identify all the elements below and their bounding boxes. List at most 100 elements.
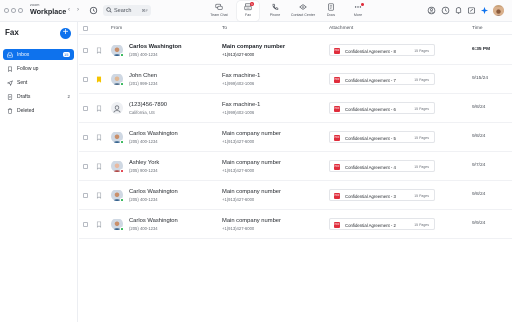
tab-label: Phone	[269, 13, 281, 17]
attachment-chip[interactable]: PDF Confidential Agreement - 3 15 Pages	[329, 189, 435, 201]
sender-detail: (205) 400-1234	[129, 139, 158, 144]
received-time: 9/8/24	[472, 105, 486, 110]
sidebar-item-label: Follow up	[17, 66, 39, 72]
follow-up-flag-icon[interactable]	[96, 134, 102, 141]
attachment-chip[interactable]: PDF Confidential Agreement - 2 15 Pages	[329, 218, 435, 230]
tab-team-chat[interactable]: Team Chat	[205, 1, 233, 21]
attachment-chip[interactable]: PDF Confidential Agreement - 8 15 Pages	[329, 44, 435, 56]
sender-detail: (205) 900-1234	[129, 168, 158, 173]
received-time: 9/15/24	[472, 76, 489, 81]
received-time: 9/7/24	[472, 163, 486, 168]
column-from[interactable]: From	[111, 26, 122, 31]
account-icon[interactable]	[427, 6, 436, 15]
sidebar-item-drafts[interactable]: Drafts 2	[3, 91, 74, 102]
sidebar-item-label: Drafts	[17, 94, 31, 100]
ai-companion-icon[interactable]	[480, 6, 489, 15]
pdf-icon: PDF	[334, 77, 340, 83]
follow-up-flag-icon[interactable]	[96, 221, 102, 228]
table-row[interactable]: Carlos Washington (205) 400-1234 Main comp…	[79, 123, 512, 152]
fax-list: From To Attachment Time Carlos Washingto…	[79, 22, 512, 322]
row-checkbox[interactable]	[83, 193, 88, 198]
window-minimize-button[interactable]	[11, 8, 16, 13]
sidebar-item-follow-up[interactable]: Follow up	[3, 63, 74, 74]
search-placeholder: Search	[114, 7, 132, 14]
sender-detail: (205) 400-1234	[129, 52, 158, 57]
recipient-name: Fax machine-1	[222, 73, 261, 79]
clock-icon[interactable]	[441, 6, 450, 15]
recipient-name: Main company number	[222, 131, 281, 137]
window-close-button[interactable]	[4, 8, 9, 13]
table-row[interactable]: Carlos Washington (205) 400-1234 Main comp…	[79, 36, 512, 65]
attachment-chip[interactable]: PDF Confidential Agreement - 7 15 Pages	[329, 73, 435, 85]
sender-detail: (205) 400-1234	[129, 197, 158, 202]
row-checkbox[interactable]	[83, 48, 88, 53]
attachment-chip[interactable]: PDF Confidential Agreement - 6 15 Pages	[329, 102, 435, 114]
follow-up-flag-icon[interactable]	[96, 163, 102, 170]
row-checkbox[interactable]	[83, 222, 88, 227]
forward-arrow-icon[interactable]: ›	[77, 7, 79, 13]
recipient-number: +1(999)402-1006	[222, 110, 255, 115]
attachment-pages: 15 Pages	[414, 107, 429, 111]
search-input[interactable]: Search ⌘F	[103, 5, 151, 16]
tab-docs[interactable]: Docs	[321, 1, 341, 21]
drafts-count: 2	[67, 94, 70, 99]
recipient-number: +1(913)427-6000	[222, 139, 255, 144]
tab-phone[interactable]: Phone	[264, 1, 286, 21]
tab-fax[interactable]: Fax 1	[237, 1, 259, 21]
column-attachment[interactable]: Attachment	[329, 26, 353, 31]
follow-up-flag-icon[interactable]	[96, 105, 102, 112]
received-time: 9/8/24	[472, 192, 486, 197]
attachment-name: Confidential Agreement - 3	[345, 193, 396, 199]
row-checkbox[interactable]	[83, 77, 88, 82]
drafts-icon	[7, 93, 13, 100]
attachment-name: Confidential Agreement - 2	[345, 222, 396, 228]
table-row[interactable]: Carlos Washington (205) 400-1234 Main comp…	[79, 210, 512, 239]
attachment-pages: 15 Pages	[414, 136, 429, 140]
presence-status-icon	[120, 227, 124, 231]
table-row[interactable]: Carlos Washington (205) 400-1234 Main comp…	[79, 181, 512, 210]
recipient-number: +1(913)427-6000	[222, 52, 255, 57]
tab-contact-center[interactable]: Contact Center	[288, 1, 318, 21]
column-time[interactable]: Time	[472, 26, 482, 31]
row-checkbox[interactable]	[83, 164, 88, 169]
attachment-name: Confidential Agreement - 4	[345, 164, 396, 170]
attachment-chip[interactable]: PDF Confidential Agreement - 5 15 Pages	[329, 131, 435, 143]
whiteboard-icon[interactable]	[467, 6, 476, 15]
sidebar-item-inbox[interactable]: Inbox 15	[3, 49, 74, 60]
chat-icon	[215, 3, 223, 10]
attachment-name: Confidential Agreement - 8	[345, 48, 396, 54]
follow-up-flag-icon[interactable]	[96, 192, 102, 199]
person-icon	[113, 105, 121, 113]
notifications-icon[interactable]	[454, 6, 463, 15]
sender-name: Carlos Washington	[129, 131, 178, 137]
attachment-pages: 15 Pages	[414, 49, 429, 53]
sidebar-item-deleted[interactable]: Deleted	[3, 105, 74, 116]
attachment-chip[interactable]: PDF Confidential Agreement - 4 15 Pages	[329, 160, 435, 172]
follow-up-flag-icon[interactable]	[96, 47, 102, 54]
column-to[interactable]: To	[222, 26, 227, 31]
user-avatar[interactable]	[493, 5, 504, 16]
app-logo: zoom Workplace	[30, 3, 66, 15]
back-arrow-icon[interactable]: ‹	[68, 7, 70, 13]
sent-icon	[7, 79, 13, 86]
select-all-checkbox[interactable]	[83, 26, 88, 31]
table-header: From To Attachment Time	[79, 22, 512, 35]
window-maximize-button[interactable]	[18, 8, 23, 13]
sender-name: (123)456-7890	[129, 102, 168, 108]
table-row[interactable]: (123)456-7890 California, US Fax machine-1…	[79, 94, 512, 123]
presence-status-icon	[120, 140, 124, 144]
table-row[interactable]: John Chen (201) 999-1234 Fax machine-1 +1(9…	[79, 65, 512, 94]
sidebar-item-sent[interactable]: Sent	[3, 77, 74, 88]
history-icon[interactable]	[89, 6, 98, 15]
sender-name: Carlos Washington	[129, 44, 182, 50]
presence-status-icon	[120, 198, 124, 202]
received-time: 9/9/24	[472, 221, 486, 226]
row-checkbox[interactable]	[83, 135, 88, 140]
row-checkbox[interactable]	[83, 106, 88, 111]
new-fax-button[interactable]: +	[60, 28, 71, 39]
follow-up-flag-icon[interactable]	[96, 76, 102, 83]
recipient-name: Main company number	[222, 160, 281, 166]
table-row[interactable]: Ashley York (205) 900-1234 Main company nu…	[79, 152, 512, 181]
tab-more[interactable]: More	[347, 1, 369, 21]
attachment-name: Confidential Agreement - 5	[345, 135, 396, 141]
